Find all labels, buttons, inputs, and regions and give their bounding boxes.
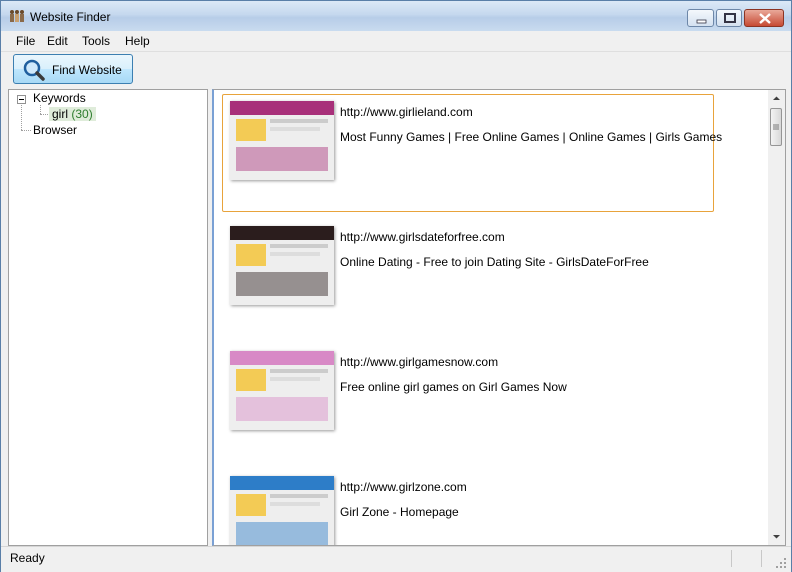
result-item[interactable]: http://www.girlsdateforfree.com Online Da… <box>222 219 714 337</box>
menu-file[interactable]: File <box>16 34 35 48</box>
result-url[interactable]: http://www.girlsdateforfree.com <box>340 230 505 244</box>
find-website-label: Find Website <box>52 63 122 77</box>
app-icon <box>10 10 24 22</box>
status-divider <box>731 550 732 567</box>
scroll-thumb[interactable] <box>770 108 782 146</box>
menu-edit[interactable]: Edit <box>47 34 68 48</box>
minimize-button[interactable] <box>687 9 714 27</box>
keyword-label: girl <box>52 107 69 121</box>
tree-connector <box>40 105 41 114</box>
tree-item-keywords[interactable]: Keywords <box>33 91 86 105</box>
tree-connector <box>21 105 22 130</box>
result-item[interactable]: http://www.girlieland.com Most Funny Game… <box>222 94 722 212</box>
status-divider <box>761 550 762 567</box>
result-title: Free online girl games on Girl Games Now <box>340 380 567 394</box>
tree-panel: Keywords girl (30) Browser <box>8 89 208 546</box>
menu-help[interactable]: Help <box>125 34 150 48</box>
result-title: Most Funny Games | Free Online Games | O… <box>340 130 723 144</box>
menu-bar: File Edit Tools Help <box>1 31 791 51</box>
resize-grip-icon[interactable] <box>775 557 787 569</box>
tree-item-browser[interactable]: Browser <box>33 123 77 137</box>
find-website-button[interactable]: Find Website <box>13 54 133 84</box>
result-title: Online Dating - Free to join Dating Site… <box>340 255 649 269</box>
result-title: Girl Zone - Homepage <box>340 505 459 519</box>
result-item[interactable]: http://www.girlzone.com Girl Zone - Homep… <box>222 469 714 545</box>
status-bar: Ready <box>1 546 791 572</box>
tree-connector <box>21 130 31 131</box>
result-url[interactable]: http://www.girlieland.com <box>340 105 473 119</box>
minimize-icon <box>696 19 707 24</box>
magnifier-icon <box>23 59 45 81</box>
close-icon <box>759 13 771 24</box>
tree-item-girl[interactable]: girl (30) <box>49 107 96 121</box>
maximize-button[interactable] <box>716 9 742 27</box>
window-title: Website Finder <box>30 10 111 24</box>
status-text: Ready <box>10 551 45 565</box>
website-thumbnail[interactable] <box>230 351 334 430</box>
website-thumbnail[interactable] <box>230 226 334 305</box>
app-window: Website Finder File Edit Tools Help Find… <box>0 0 792 572</box>
keyword-count: (30) <box>71 107 93 121</box>
results-panel: http://www.girlieland.com Most Funny Game… <box>212 89 786 546</box>
menu-tools[interactable]: Tools <box>82 34 110 48</box>
grip-icon <box>773 124 779 130</box>
maximize-icon <box>724 13 736 23</box>
result-item[interactable]: http://www.girlgamesnow.com Free online g… <box>222 344 714 462</box>
collapse-icon[interactable] <box>17 95 26 104</box>
result-url[interactable]: http://www.girlzone.com <box>340 480 467 494</box>
vertical-scrollbar[interactable] <box>768 90 785 545</box>
scroll-up-icon[interactable] <box>770 92 783 105</box>
result-url[interactable]: http://www.girlgamesnow.com <box>340 355 498 369</box>
website-thumbnail[interactable] <box>230 101 334 180</box>
title-bar[interactable]: Website Finder <box>1 1 791 31</box>
scroll-down-icon[interactable] <box>770 530 783 543</box>
close-button[interactable] <box>744 9 784 27</box>
website-thumbnail[interactable] <box>230 476 334 545</box>
